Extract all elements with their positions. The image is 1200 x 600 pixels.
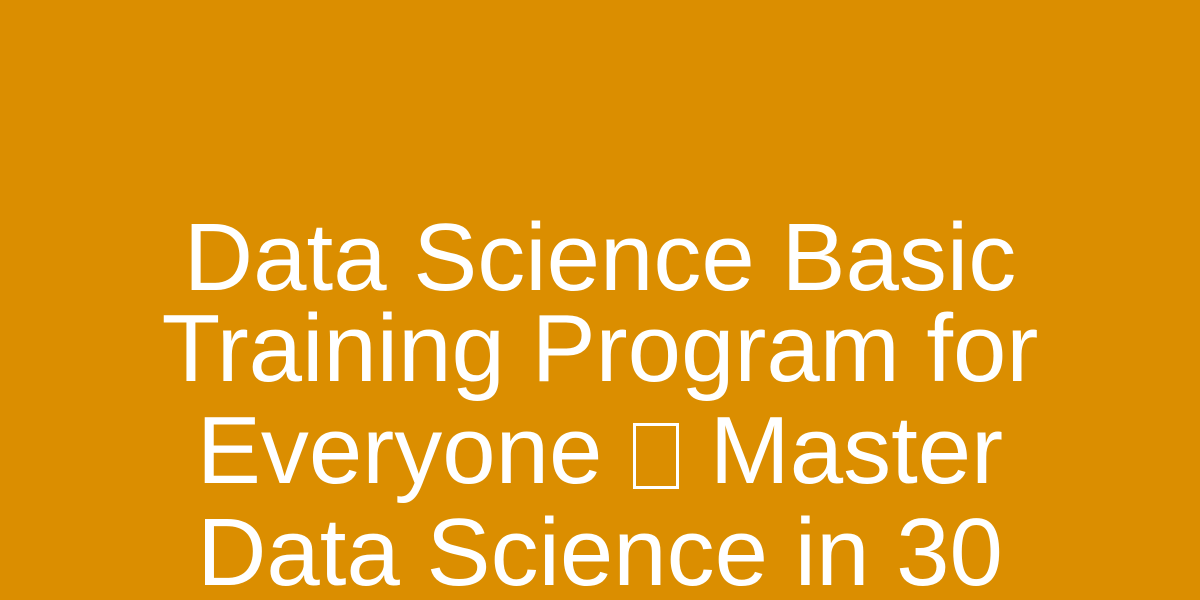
title-line-3-end: Master [709,397,1004,504]
title-line-1: Data Science Basic [183,204,1017,311]
title-line-2: Training Program for [161,295,1039,402]
social-card: Data Science Basic Training Program for … [0,0,1200,600]
page-title: Data Science Basic Training Program for … [0,204,1200,600]
title-line-3-start: Everyone [196,397,603,504]
missing-glyph-icon [633,423,680,489]
title-line-3: Everyone Master [0,400,1200,502]
title-line-4: Data Science in 30 [197,499,1003,600]
